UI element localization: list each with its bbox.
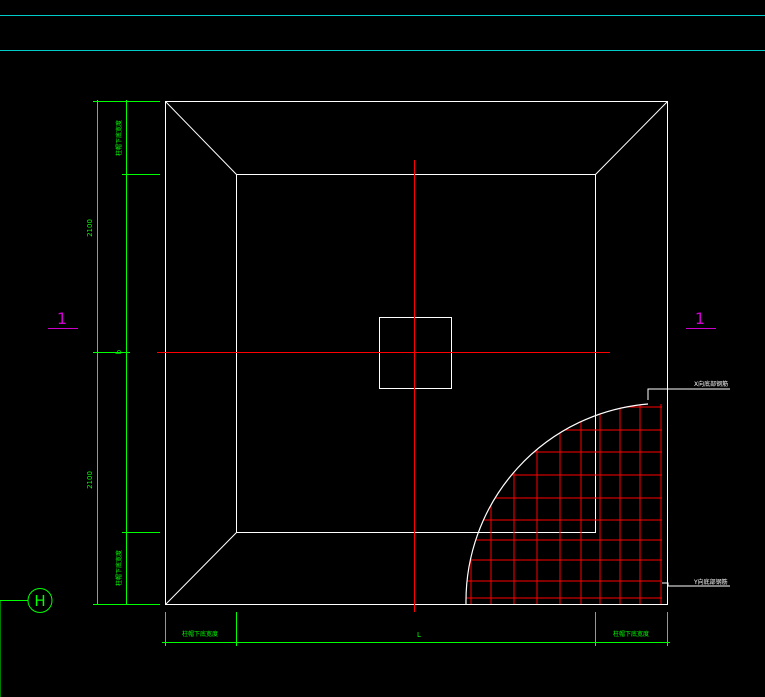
axis-label: H	[34, 592, 45, 610]
slope-line-tr	[595, 101, 668, 175]
rebar-break-arc	[465, 403, 649, 605]
title-frame-lines	[0, 15, 765, 51]
rebar-leaders	[647, 388, 730, 587]
dim-bottom-segment: 柱帽下底宽度	[115, 550, 123, 586]
dim-vertical-bottom: 2100	[86, 471, 94, 489]
slope-line-bl	[165, 532, 237, 605]
rebar-x-label: X向底部钢筋	[694, 380, 728, 388]
slope-line-tl	[165, 101, 237, 175]
inner-top-rect	[236, 174, 596, 533]
section-label-right: 1	[695, 309, 705, 328]
cad-drawing: X向底部钢筋 Y向底部钢筋 2100 2100 b 柱帽下底宽度 柱帽下底宽度 …	[0, 15, 765, 697]
dim-bottom-right: 柱帽下底宽度	[613, 630, 649, 638]
axis-bubble-h: H	[0, 588, 53, 697]
vertical-dimension	[93, 100, 160, 605]
dim-bottom-left: 柱帽下底宽度	[182, 630, 218, 638]
dim-top-segment: 柱帽下底宽度	[115, 120, 123, 156]
rebar-y-label: Y向底部钢筋	[693, 578, 728, 586]
rebar-grid	[465, 404, 662, 604]
dim-vertical-top: 2100	[86, 219, 94, 237]
horizontal-dimension	[162, 612, 670, 646]
section-mark-right: 1	[686, 309, 716, 329]
dim-vertical-mid: b	[115, 349, 123, 354]
dim-length: L	[417, 631, 421, 639]
section-mark-left: 1	[48, 309, 78, 329]
section-label-left: 1	[57, 309, 67, 328]
